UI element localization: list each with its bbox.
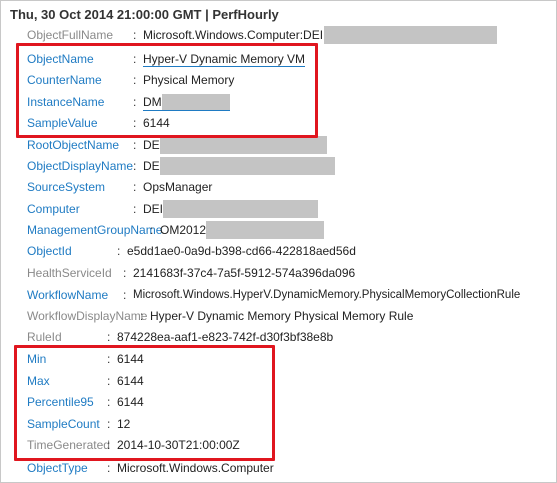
separator: : [133,52,137,66]
field-key-max[interactable]: Max [27,374,107,388]
field-value-instancename[interactable]: DM [143,93,230,111]
field-key-samplecount[interactable]: SampleCount [27,417,107,431]
field-key-objecttype[interactable]: ObjectType [27,461,107,475]
field-key-workflowdisplayname: WorkflowDisplayName [27,309,148,323]
separator: : [133,180,137,194]
field-row-managementgroupname: ManagementGroupName : OM2012 [27,220,325,240]
separator: : [107,417,111,431]
field-row-instancename: InstanceName : DM [27,92,230,112]
field-key-sourcesystem[interactable]: SourceSystem [27,180,133,194]
field-row-samplevalue: SampleValue : 6144 [27,113,170,133]
field-row-workflowdisplayname: WorkflowDisplayName : Hyper-V Dynamic Me… [27,306,413,326]
separator: : [107,330,111,344]
field-key-ruleid: RuleId [27,330,62,344]
separator: : [133,159,137,173]
separator: : [107,352,111,366]
field-row-computer: Computer : DEI [27,199,319,219]
separator: : [140,309,144,323]
redacted-block [206,221,325,239]
field-value-objectname[interactable]: Hyper-V Dynamic Memory VM [143,52,306,67]
redacted-block [324,26,498,44]
field-row-sourcesystem: SourceSystem : OpsManager [27,177,212,197]
field-row-percentile95: Percentile95 : 6144 [27,392,144,412]
field-value-countername: Physical Memory [143,73,235,87]
field-row-timegenerated: TimeGenerated : 2014-10-30T21:00:00Z [27,435,240,455]
separator: : [123,266,127,280]
field-row-rootobjectname: RootObjectName : DE [27,135,327,155]
field-key-workflowname[interactable]: WorkflowName [27,288,123,302]
field-key-objectfullname: ObjectFullName [27,28,114,42]
field-value-workflowname: Microsoft.Windows.HyperV.DynamicMemory.P… [133,289,521,301]
field-value-healthserviceid: 2141683f-37c4-7a5f-5912-574a396da096 [133,266,356,280]
field-key-samplevalue[interactable]: SampleValue [27,116,133,130]
field-value-text: DEI [143,202,164,216]
separator: : [133,202,137,216]
field-key-healthserviceid: HealthServiceId [27,266,112,280]
redacted-block [159,136,327,154]
field-key-min[interactable]: Min [27,352,107,366]
field-row-workflowname: WorkflowName : Microsoft.Windows.HyperV.… [27,285,520,305]
field-value-text: OM2012 [160,223,207,237]
field-value-workflowdisplayname: Hyper-V Dynamic Memory Physical Memory R… [150,309,414,323]
field-row-objectfullname: ObjectFullName : Microsoft.Windows.Compu… [27,25,498,45]
field-value-ruleid: 874228ea-aaf1-e823-742f-d30f3bf38e8b [117,330,334,344]
redacted-block [161,93,230,110]
record-header: Thu, 30 Oct 2014 21:00:00 GMT | PerfHour… [10,7,279,22]
field-value-text: DE [143,159,160,173]
field-key-objectdisplayname[interactable]: ObjectDisplayName [27,159,133,173]
field-value-text: DM [143,94,162,109]
field-row-ruleid: RuleId : 874228ea-aaf1-e823-742f-d30f3bf… [27,327,333,347]
field-key-timegenerated: TimeGenerated [27,438,110,452]
field-value-samplecount: 12 [117,417,131,431]
field-row-healthserviceid: HealthServiceId : 2141683f-37c4-7a5f-591… [27,263,355,283]
field-key-countername[interactable]: CounterName [27,73,133,87]
field-row-samplecount: SampleCount : 12 [27,414,130,434]
record-panel: Thu, 30 Oct 2014 21:00:00 GMT | PerfHour… [0,0,557,483]
field-key-instancename[interactable]: InstanceName [27,95,133,109]
field-key-computer[interactable]: Computer [27,202,133,216]
redacted-block [159,157,335,175]
field-key-managementgroupname[interactable]: ManagementGroupName [27,223,162,237]
field-value-max: 6144 [117,374,144,388]
field-row-objectdisplayname: ObjectDisplayName : DE [27,156,335,176]
field-value-objectdisplayname: DE [143,157,335,175]
field-row-countername: CounterName : Physical Memory [27,70,234,90]
separator: : [107,395,111,409]
separator: : [107,438,111,452]
field-key-percentile95[interactable]: Percentile95 [27,395,107,409]
field-value-text: Microsoft.Windows.Computer:DEI [143,28,324,42]
field-row-objectname: ObjectName : Hyper-V Dynamic Memory VM [27,49,306,69]
field-key-rootobjectname[interactable]: RootObjectName [27,138,133,152]
field-key-objectid[interactable]: ObjectId [27,244,117,258]
field-value-managementgroupname: OM2012 [160,221,325,239]
field-row-objectid: ObjectId : e5dd1ae0-0a9d-b398-cd66-42281… [27,241,356,261]
field-value-percentile95: 6144 [117,395,144,409]
redacted-block [163,200,319,218]
field-value-rootobjectname: DE [143,136,327,154]
field-value-samplevalue: 6144 [143,116,170,130]
separator: : [123,288,127,302]
field-value-min: 6144 [117,352,144,366]
separator: : [133,138,137,152]
field-row-objecttype: ObjectType : Microsoft.Windows.Computer [27,458,274,478]
separator: : [133,116,137,130]
separator: : [107,461,111,475]
field-row-min: Min : 6144 [27,349,144,369]
field-value-timegenerated: 2014-10-30T21:00:00Z [117,438,240,452]
separator: : [107,374,111,388]
separator: : [117,244,121,258]
separator: : [150,223,154,237]
field-row-max: Max : 6144 [27,371,144,391]
field-value-objecttype: Microsoft.Windows.Computer [117,461,274,475]
field-value-text: DE [143,138,160,152]
separator: : [133,28,137,42]
field-value-objectid: e5dd1ae0-0a9d-b398-cd66-422818aed56d [127,244,356,258]
field-value-objectfullname: Microsoft.Windows.Computer:DEI [143,26,498,44]
field-value-sourcesystem: OpsManager [143,180,213,194]
field-key-objectname[interactable]: ObjectName [27,52,133,66]
separator: : [133,95,137,109]
field-value-computer: DEI [143,200,319,218]
separator: : [133,73,137,87]
